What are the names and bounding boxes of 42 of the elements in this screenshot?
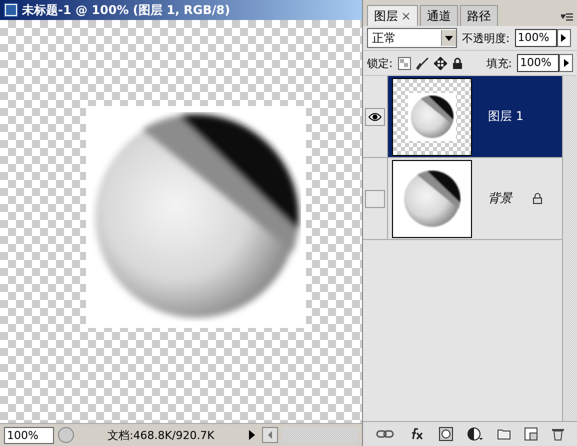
right-arrow-icon	[561, 34, 566, 42]
play-arrow-icon[interactable]	[248, 429, 256, 441]
fill-label: 填充:	[486, 56, 512, 70]
visibility-toggle[interactable]	[365, 190, 385, 208]
lock-icon[interactable]	[452, 56, 463, 70]
visibility-toggle[interactable]	[365, 108, 385, 126]
brush-icon[interactable]	[416, 56, 429, 70]
checkerboard-icon[interactable]	[398, 56, 411, 70]
panel-tab[interactable]: 路径	[460, 5, 498, 26]
panel-menu-icon[interactable]	[561, 12, 573, 22]
layer-row[interactable]: 图层 1	[387, 76, 562, 157]
zoom-field[interactable]: 100%	[4, 426, 54, 444]
panel-tab[interactable]: 通道	[420, 5, 458, 26]
opacity-slider-button[interactable]	[556, 29, 571, 47]
blend-mode-dropdown[interactable]: 正常	[367, 28, 457, 48]
adjustment-icon[interactable]	[466, 427, 483, 441]
right-arrow-icon	[564, 59, 568, 67]
panel-tab[interactable]: 图层 ×	[367, 5, 418, 26]
scroll-left-button[interactable]	[262, 427, 278, 443]
fill-field[interactable]: 100%	[517, 54, 559, 72]
link-icon[interactable]	[376, 429, 394, 439]
eye-icon	[368, 112, 382, 122]
new-layer-icon[interactable]	[524, 427, 538, 441]
left-arrow-icon	[267, 431, 273, 439]
vertical-scrollbar[interactable]	[562, 76, 577, 421]
app-icon	[4, 3, 18, 17]
window-title: 未标题-1 @ 100% (图层 1, RGB/8)	[22, 2, 230, 18]
caret-icon	[445, 36, 453, 40]
trash-icon[interactable]	[552, 427, 564, 441]
lock-label: 锁定:	[367, 56, 393, 70]
sphere-drawing	[403, 170, 461, 228]
sphere-drawing	[410, 94, 454, 138]
layer-name: 背景	[488, 190, 514, 207]
close-tab-icon[interactable]: ×	[401, 9, 412, 23]
layer-name: 图层 1	[488, 108, 524, 125]
layer-row[interactable]: 背景	[387, 158, 562, 239]
fill-slider-button[interactable]	[559, 54, 573, 72]
document-size-text: 文档:468.8K/920.7K	[106, 428, 216, 442]
opacity-label: 不透明度:	[462, 30, 510, 46]
mask-icon[interactable]	[439, 427, 454, 441]
folder-icon[interactable]	[496, 428, 511, 440]
opacity-field[interactable]: 100%	[514, 29, 557, 47]
